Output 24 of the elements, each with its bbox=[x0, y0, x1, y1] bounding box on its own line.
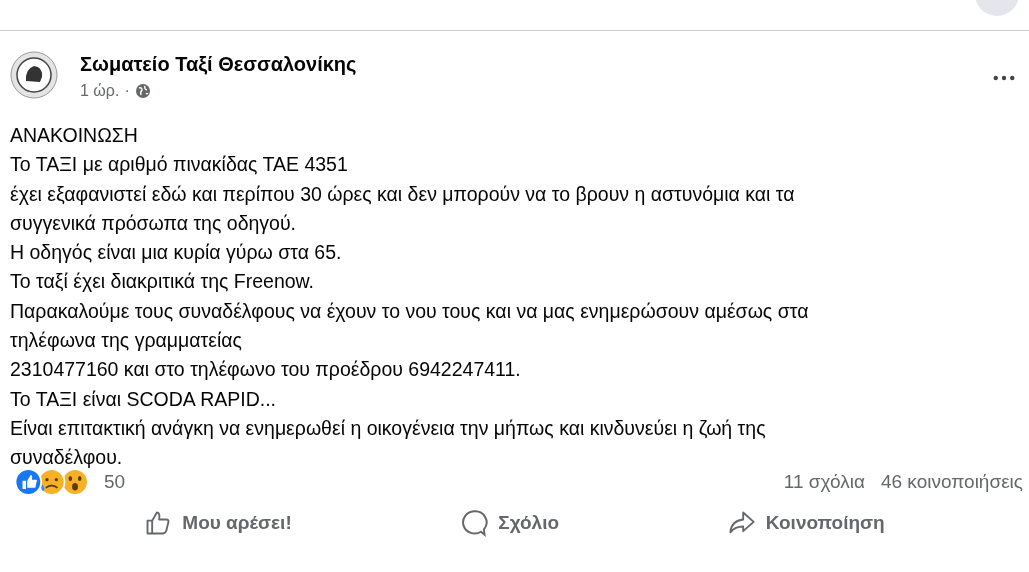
post-time[interactable]: 1 ώρ. bbox=[80, 82, 120, 100]
post-text-line: τηλέφωνα της γραμματείας bbox=[10, 328, 242, 354]
comment-count[interactable]: 11 σχόλια bbox=[783, 471, 865, 493]
speech-bubble-icon bbox=[460, 509, 489, 537]
post-text-line: ΑΝΑΚΟΙΝΩΣΗ bbox=[10, 123, 138, 148]
separator: · bbox=[124, 82, 130, 100]
post-text-line: συναδέλφου. bbox=[10, 445, 123, 471]
share-button[interactable]: Κοινοποίηση bbox=[719, 505, 893, 541]
post-text-line: Παρακαλούμε τους συναδέλφους να έχουν το νου τους και να μας ενημερώσουν αμέσως στα bbox=[10, 298, 809, 324]
reaction-count[interactable]: 50 bbox=[104, 471, 126, 493]
avatar-logo-icon bbox=[10, 51, 58, 99]
post-text-line: 2310477160 και στο τηλέφωνο του προέδρου 6942247411. bbox=[10, 357, 521, 383]
share-count[interactable]: 46 κοινοποιήσεις bbox=[880, 471, 1023, 493]
like-button[interactable]: Μου αρέσει! bbox=[136, 505, 300, 541]
more-options-icon[interactable] bbox=[993, 75, 1015, 81]
post-text-line: συγγενικά πρόσωπα της οδηγού. bbox=[10, 210, 296, 236]
post-text-line: Το ΤΑΞΙ είναι SCODA RAPID... bbox=[10, 386, 276, 412]
post-text-line: Το ταξί έχει διακριτικά της Freenow. bbox=[10, 269, 315, 295]
post-text-line: Η οδηγός είναι μια κυρία γύρω στα 65. bbox=[10, 240, 342, 266]
comment-button[interactable]: Σχόλιο bbox=[452, 505, 568, 541]
post-text-line: Είναι επιτακτική ανάγκη να ενημερωθεί η οικογένεια την μήπως και κινδυνεύει η ζωή της bbox=[10, 415, 766, 441]
post-text-line: Το ΤΑΞΙ με αριθμό πινακίδας ΤΑΕ 4351 bbox=[10, 152, 348, 178]
author-name[interactable]: Σωματείο Ταξί Θεσσαλονίκης bbox=[80, 53, 993, 76]
post-text-line: έχει εξαφανιστεί εδώ και περίπου 30 ώρες και δεν μπορούν να το βρουν η αστυνόμια και τα bbox=[10, 181, 795, 207]
